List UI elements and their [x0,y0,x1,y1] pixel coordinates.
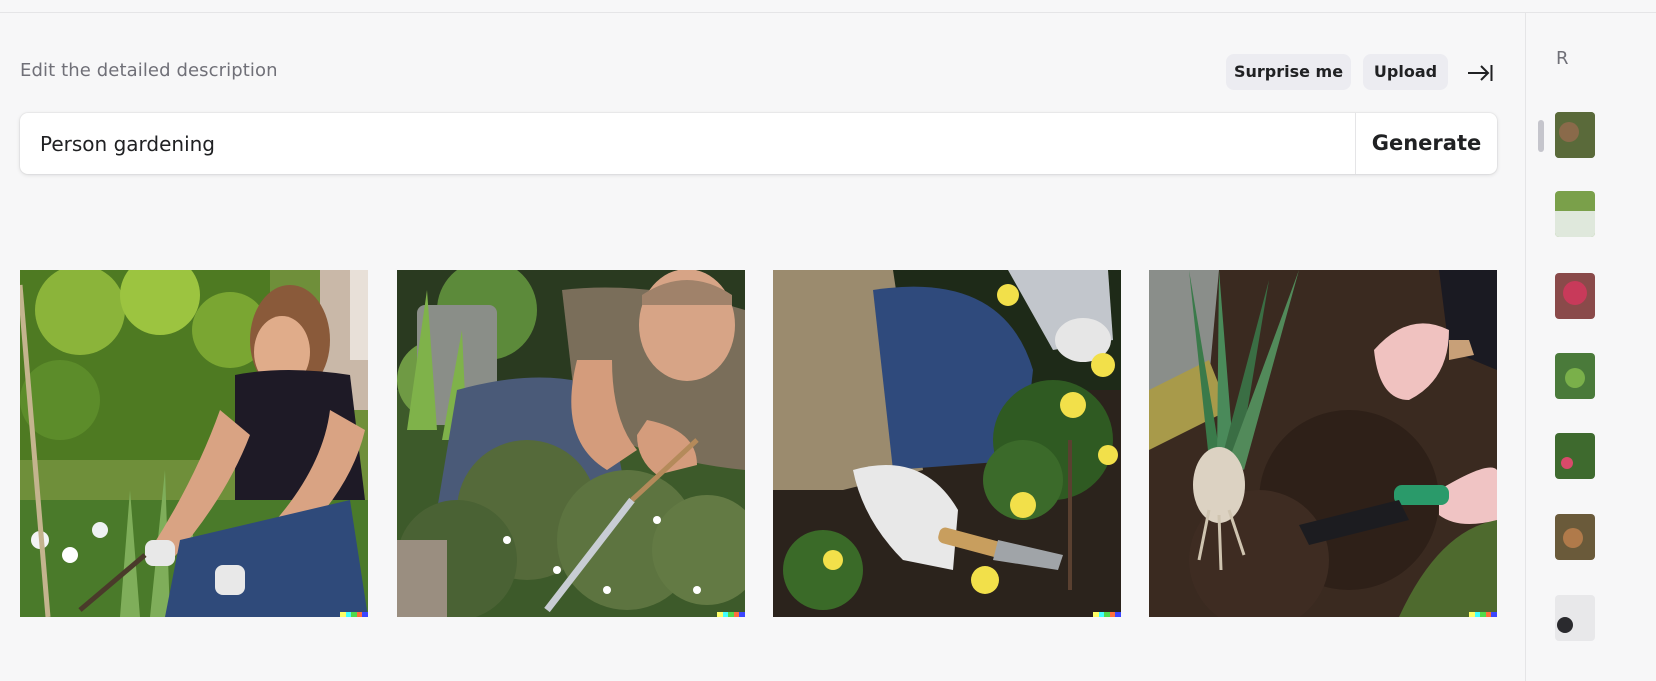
history-thumb-4[interactable] [1555,353,1595,399]
signature-strip [340,612,368,617]
signature-color-5 [1491,612,1497,617]
result-image-1[interactable] [20,270,368,617]
top-bar [0,0,1656,13]
signature-color-5 [1115,612,1121,617]
sidebar-title: R [1556,48,1569,69]
upload-button[interactable]: Upload [1363,54,1448,90]
sidebar-scrollbar[interactable] [1538,120,1544,152]
signature-strip [717,612,745,617]
signature-color-5 [362,612,368,617]
surprise-me-button[interactable]: Surprise me [1226,54,1351,90]
signature-strip [1469,612,1497,617]
collapse-right-icon[interactable] [1466,61,1494,85]
history-thumb-7[interactable] [1555,595,1595,641]
editor-panel: Edit the detailed description Surprise m… [0,13,1525,681]
result-image-2[interactable] [397,270,745,617]
history-thumb-3[interactable] [1555,273,1595,319]
history-thumb-5[interactable] [1555,433,1595,479]
history-thumb-2[interactable] [1555,191,1595,237]
result-image-3[interactable] [773,270,1121,617]
description-hint: Edit the detailed description [20,60,278,81]
prompt-bar: Generate [20,113,1497,174]
history-thumb-1[interactable] [1555,112,1595,158]
generate-button[interactable]: Generate [1356,113,1497,174]
signature-color-5 [739,612,745,617]
history-sidebar: R [1525,13,1656,681]
history-thumb-6[interactable] [1555,514,1595,560]
prompt-input[interactable] [20,113,1355,174]
result-image-4[interactable] [1149,270,1497,617]
signature-strip [1093,612,1121,617]
